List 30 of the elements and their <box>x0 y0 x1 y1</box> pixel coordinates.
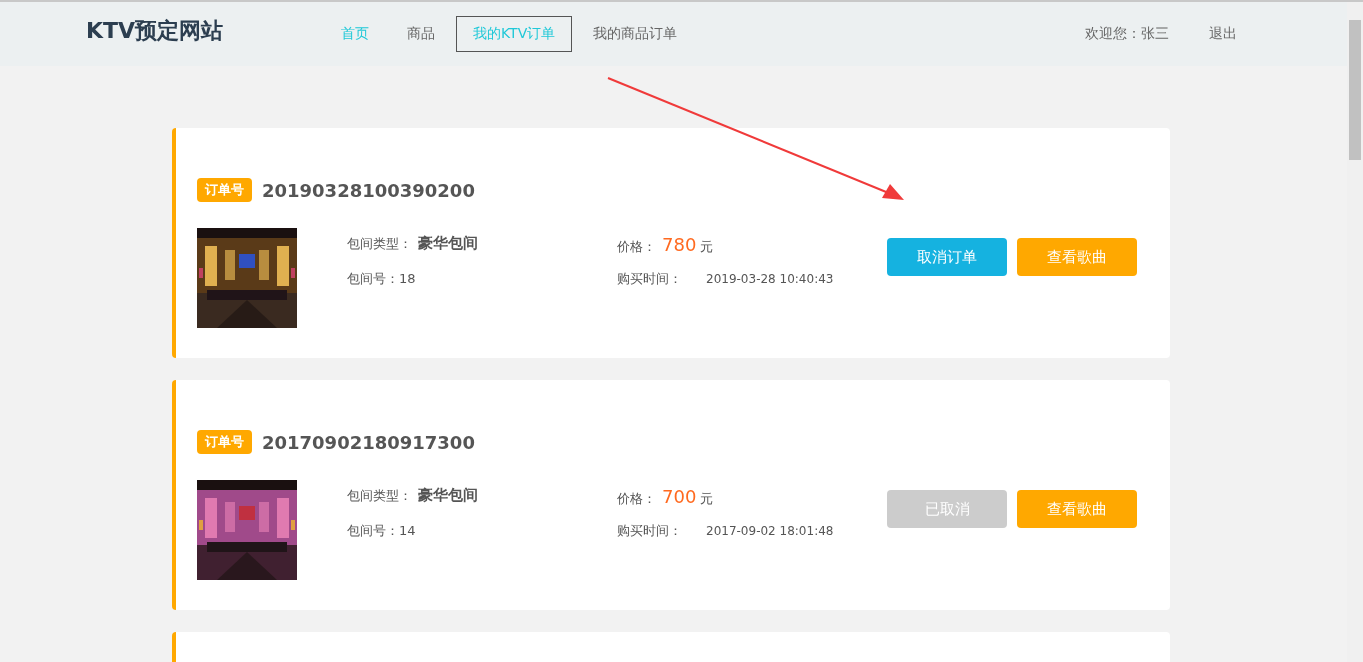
order-number: 20190328100390200 <box>262 179 475 201</box>
view-songs-button[interactable]: 查看歌曲 <box>1017 238 1137 276</box>
price-value: 700 <box>662 486 697 507</box>
room-type: 豪华包间 <box>418 234 478 253</box>
view-songs-button[interactable]: 查看歌曲 <box>1017 490 1137 528</box>
room-type: 豪华包间 <box>418 486 478 505</box>
field-label: 购买时间： <box>617 522 682 540</box>
site-logo: KTV预定网站 <box>86 17 225 45</box>
price-unit: 元 <box>700 238 714 256</box>
room-number: 包间号：18 <box>347 270 416 288</box>
purchase-time: 2017-09-02 18:01:48 <box>706 524 834 538</box>
order-badge: 订单号 <box>197 178 252 202</box>
field-label: 包间类型： <box>347 235 412 253</box>
order-badge: 订单号 <box>197 430 252 454</box>
field-label: 购买时间： <box>617 270 682 288</box>
field-label: 价格： <box>617 490 656 508</box>
price-value: 780 <box>662 234 697 255</box>
room-number: 包间号：14 <box>347 522 416 540</box>
price-unit: 元 <box>700 490 714 508</box>
welcome-text: 欢迎您：张三 <box>1085 25 1169 43</box>
order-number: 20170902180917300 <box>262 431 475 453</box>
cancel-order-button[interactable]: 取消订单 <box>887 238 1007 276</box>
nav-link[interactable]: 我的KTV订单 <box>456 16 573 52</box>
nav-link[interactable]: 商品 <box>390 16 452 52</box>
field-label: 包间类型： <box>347 487 412 505</box>
field-label: 价格： <box>617 238 656 256</box>
nav-link[interactable]: 我的商品订单 <box>576 16 695 52</box>
logout-link[interactable]: 退出 <box>1209 25 1237 43</box>
nav-link[interactable]: 首页 <box>324 16 386 52</box>
purchase-time: 2019-03-28 10:40:43 <box>706 272 834 286</box>
